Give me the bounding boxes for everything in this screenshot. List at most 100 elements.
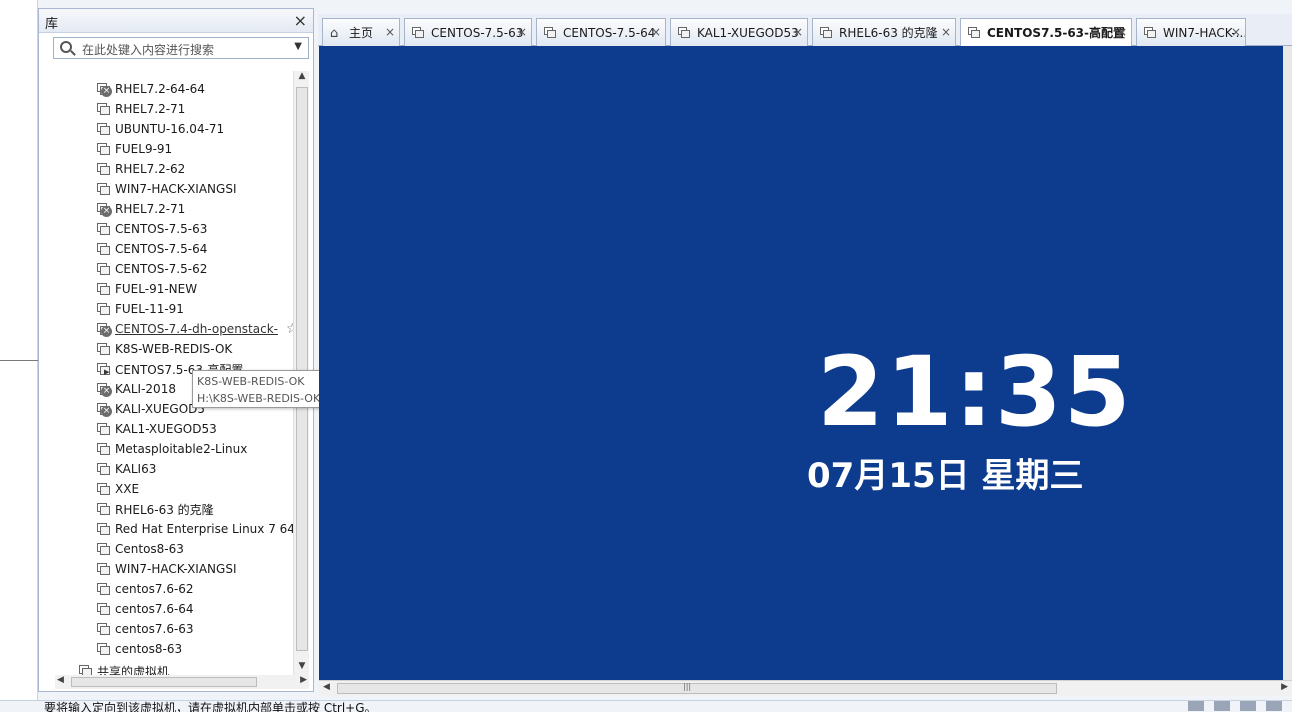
vm-tree-item-label: centos7.6-64 [115, 602, 194, 616]
tab-4[interactable]: RHEL6-63 的克隆 × [812, 18, 956, 46]
vm-tree-item[interactable]: RHEL6-63 的克隆 [95, 499, 214, 519]
vm-tree-item[interactable]: UBUNTU-16.04-71 [95, 119, 224, 139]
vm-tree-item[interactable]: Metasploitable2-Linux [95, 439, 247, 459]
scroll-left-icon[interactable]: ◀ [57, 675, 64, 685]
vm-tree-item[interactable]: WIN7-HACK-XIANGSI [95, 179, 237, 199]
vm-tree-item[interactable]: WIN7-HACK-XIANGSI [95, 559, 237, 579]
vm-icon [95, 342, 111, 356]
vm-icon [95, 142, 111, 156]
vm-tree-item[interactable]: RHEL7.2-62 [95, 159, 185, 179]
tab-2[interactable]: CENTOS-7.5-64 × [536, 18, 666, 46]
vm-tree-item[interactable]: × CENTOS-7.4-dh-openstack- ☆ [95, 319, 293, 339]
device-icon[interactable] [1188, 701, 1204, 711]
vm-tree-item[interactable]: FUEL-11-91 [95, 299, 184, 319]
vm-icon [95, 422, 111, 436]
vm-tree-item-label: KALI63 [115, 462, 157, 476]
library-header: 库 × [39, 9, 313, 33]
library-title: 库 [45, 17, 59, 32]
scroll-grip-icon: ||| [683, 682, 692, 691]
vm-tree-item[interactable]: XXE [95, 479, 139, 499]
close-icon[interactable]: × [793, 25, 803, 39]
vm-icon [95, 502, 111, 516]
close-icon[interactable]: × [385, 25, 395, 39]
vm-icon [95, 482, 111, 496]
vm-icon [95, 162, 111, 176]
close-icon[interactable]: × [517, 25, 527, 39]
vm-icon [967, 26, 983, 40]
library-close-button[interactable]: × [294, 11, 307, 30]
tab-label: KAL1-XUEGOD53 [697, 25, 799, 40]
device-icon[interactable] [1214, 701, 1230, 711]
vm-tree-item[interactable]: FUEL9-91 [95, 139, 172, 159]
tab-6[interactable]: WIN7-HACK-... × [1136, 18, 1246, 46]
vm-tree-item[interactable]: centos7.6-62 [95, 579, 194, 599]
vm-tree-item[interactable]: × KALI-XUEGOD5 [95, 399, 205, 419]
scroll-thumb[interactable] [71, 677, 257, 687]
vm-horizontal-scrollbar[interactable]: ◀ ||| ▶ [319, 680, 1292, 696]
device-icon[interactable] [1266, 701, 1282, 711]
close-icon[interactable]: × [1231, 25, 1241, 39]
vm-icon [95, 642, 111, 656]
vm-tree-item[interactable]: CENTOS-7.5-62 [95, 259, 207, 279]
vm-tree-item[interactable]: K8S-WEB-REDIS-OK [95, 339, 232, 359]
tab-5[interactable]: CENTOS7.5-63-高配置 × [960, 18, 1132, 46]
tab-3[interactable]: KAL1-XUEGOD53 × [670, 18, 808, 46]
close-icon[interactable]: × [941, 25, 951, 39]
vm-tree-item-label: RHEL7.2-64-64 [115, 82, 205, 96]
chevron-down-icon[interactable]: ▼ [294, 41, 302, 52]
scroll-left-icon[interactable]: ◀ [323, 682, 330, 692]
vm-icon [95, 182, 111, 196]
vm-icon [95, 462, 111, 476]
device-icon[interactable] [1240, 701, 1256, 711]
vm-tree-item[interactable]: Red Hat Enterprise Linux 7 64 [95, 519, 293, 539]
vm-icon [95, 302, 111, 316]
scroll-right-icon[interactable]: ▶ [300, 675, 307, 685]
vm-tree-item-label: Red Hat Enterprise Linux 7 64 [115, 522, 293, 536]
tab-0[interactable]: ⌂ 主页 × [322, 18, 400, 46]
vm-icon [411, 26, 427, 40]
scroll-right-icon[interactable]: ▶ [1281, 682, 1288, 692]
vm-tree-item-label: KALI-2018 [115, 382, 176, 396]
vm-tree-item[interactable]: KALI63 [95, 459, 156, 479]
vm-icon [95, 562, 111, 576]
vm-tree-item[interactable]: × RHEL7.2-71 [95, 199, 185, 219]
vm-tree-item[interactable]: × KALI-2018 [95, 379, 176, 399]
vm-tree-item[interactable]: CENTOS-7.5-64 [95, 239, 207, 259]
vm-tree-item-label: centos7.6-63 [115, 622, 194, 636]
vm-tree-item-label: centos7.6-62 [115, 582, 194, 596]
vm-tree-item[interactable]: CENTOS-7.5-63 [95, 219, 207, 239]
status-bar: 要将输入定向到该虚拟机，请在虚拟机内部单击或按 Ctrl+G。 [0, 700, 1292, 712]
vm-icon [1143, 26, 1159, 40]
vm-tree-item[interactable]: centos8-63 [95, 639, 182, 659]
status-device-icons [1188, 701, 1282, 711]
vm-tree-item[interactable]: FUEL-91-NEW [95, 279, 197, 299]
scroll-thumb[interactable] [296, 87, 308, 651]
vm-icon [95, 542, 111, 556]
vm-tree-item[interactable]: KAL1-XUEGOD53 [95, 419, 217, 439]
scroll-up-icon[interactable]: ▲ [294, 71, 310, 85]
scroll-down-icon[interactable]: ▼ [294, 661, 310, 675]
vm-icon [95, 242, 111, 256]
vm-vertical-scrollbar[interactable] [1283, 46, 1292, 680]
vm-tree-item[interactable]: centos7.6-63 [95, 619, 194, 639]
lockscreen-clock: 21:35 [817, 336, 1133, 448]
close-icon[interactable]: × [651, 25, 661, 39]
vm-tree-item-label: Centos8-63 [115, 542, 184, 556]
close-icon[interactable]: × [1117, 25, 1127, 39]
vmware-workstation-window: 库 × 在此处键入内容进行搜索 ▼ × RHEL7.2-64-64 RHEL7.2-… [0, 0, 1292, 712]
vm-tree-item[interactable]: RHEL7.2-71 [95, 99, 185, 119]
divider [0, 360, 38, 361]
vm-tree-item-label: centos8-63 [115, 642, 183, 656]
star-icon[interactable]: ☆ [286, 321, 293, 337]
vm-display[interactable]: 21:35 07月15日 星期三 [319, 46, 1283, 680]
library-horizontal-scrollbar[interactable]: ◀ ▶ [55, 675, 309, 689]
tab-1[interactable]: CENTOS-7.5-63 × [404, 18, 532, 46]
vm-tree-item-label: CENTOS-7.5-62 [115, 262, 208, 276]
vm-tree-item[interactable]: × RHEL7.2-64-64 [95, 79, 205, 99]
vm-tree-item[interactable]: Centos8-63 [95, 539, 184, 559]
vm-tree-item-label: RHEL7.2-62 [115, 162, 186, 176]
vm-tree-item-label: XXE [115, 482, 140, 496]
scroll-thumb[interactable] [337, 683, 1057, 694]
vm-tree-item[interactable]: centos7.6-64 [95, 599, 194, 619]
library-search-input[interactable]: 在此处键入内容进行搜索 ▼ [53, 37, 309, 59]
